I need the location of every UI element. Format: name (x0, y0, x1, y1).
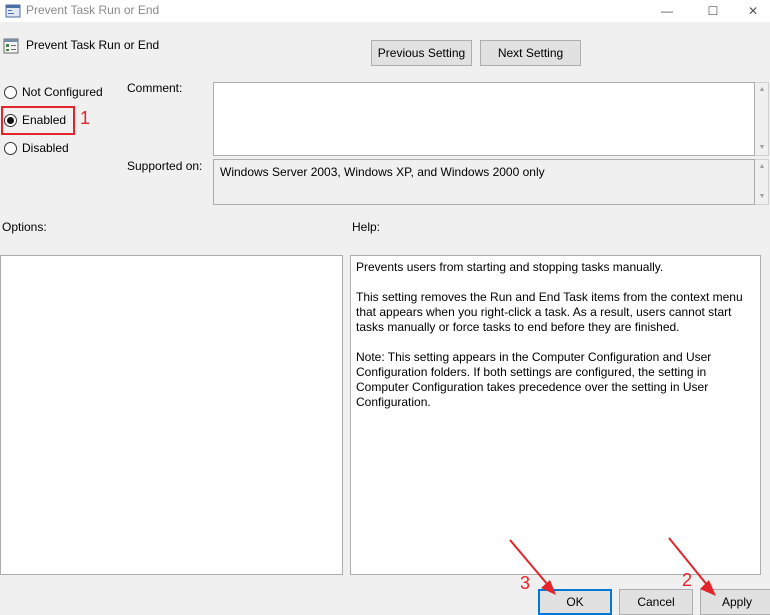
policy-title: Prevent Task Run or End (26, 38, 160, 52)
scroll-up-icon[interactable]: ▲ (757, 162, 767, 172)
radio-label: Not Configured (22, 85, 103, 99)
help-paragraph: This setting removes the Run and End Tas… (356, 290, 743, 334)
radio-disabled[interactable]: Disabled (4, 141, 69, 155)
radio-not-configured[interactable]: Not Configured (4, 85, 103, 99)
scroll-down-icon[interactable]: ▼ (757, 192, 767, 202)
policy-window-icon (5, 3, 21, 19)
comment-label: Comment: (127, 81, 183, 95)
radio-circle[interactable] (4, 141, 17, 155)
help-paragraph: Note: This setting appears in the Comput… (356, 350, 712, 409)
options-panel (0, 255, 343, 575)
annotation-step-3: 3 (520, 573, 531, 593)
help-paragraph: Prevents users from starting and stoppin… (356, 260, 664, 274)
radio-circle[interactable] (4, 85, 17, 99)
policy-setting-icon (3, 38, 19, 54)
cancel-button[interactable]: Cancel (619, 589, 693, 615)
annotation-step-2: 2 (682, 570, 693, 590)
supported-on-value: Windows Server 2003, Windows XP, and Win… (213, 159, 755, 205)
help-label: Help: (352, 220, 381, 234)
close-button[interactable]: ✕ (730, 0, 770, 22)
comment-input[interactable] (213, 82, 755, 156)
help-panel: Prevents users from starting and stoppin… (350, 255, 761, 575)
annotation-step-1: 1 (80, 108, 91, 128)
options-label: Options: (2, 220, 47, 234)
scroll-down-icon[interactable]: ▼ (757, 143, 767, 153)
supported-on-label: Supported on: (127, 159, 203, 173)
window-title: Prevent Task Run or End (26, 3, 160, 17)
apply-button[interactable]: Apply (700, 589, 770, 615)
ok-button[interactable]: OK (538, 589, 612, 615)
minimize-button[interactable]: — (644, 0, 690, 22)
comment-scrollbar[interactable]: ▲ ▼ (755, 82, 769, 156)
next-setting-button[interactable]: Next Setting (480, 40, 581, 66)
radio-label: Disabled (22, 141, 69, 155)
enabled-highlight-box (1, 106, 75, 135)
supported-scrollbar[interactable]: ▲ ▼ (755, 159, 769, 205)
previous-setting-button[interactable]: Previous Setting (371, 40, 472, 66)
scroll-up-icon[interactable]: ▲ (757, 85, 767, 95)
